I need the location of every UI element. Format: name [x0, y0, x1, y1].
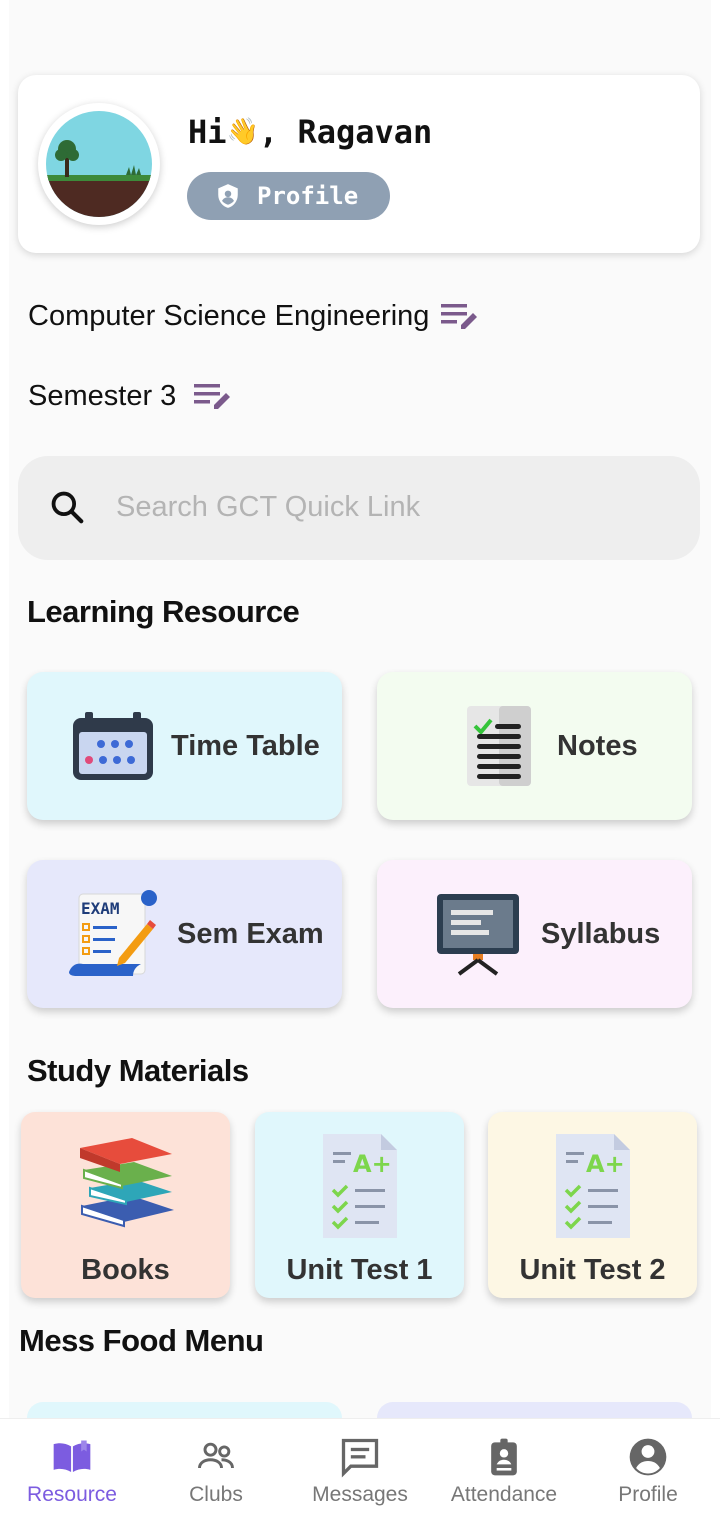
- semester-text: Semester 3: [28, 380, 177, 412]
- user-name: , Ragavan: [258, 113, 433, 151]
- notes-checklist-icon: [467, 706, 531, 786]
- exam-paper-icon: EXAM: [69, 890, 157, 976]
- badge-icon: [491, 1438, 517, 1476]
- search-icon[interactable]: [48, 488, 86, 526]
- bottom-nav: Resource Clubs Messages Attendance Profi…: [0, 1418, 720, 1521]
- nav-attendance-label: Attendance: [450, 1483, 558, 1506]
- user-header-card: Hi 👋, Ragavan Profile: [18, 75, 700, 253]
- books-label: Books: [81, 1254, 170, 1286]
- nav-resource-label: Resource: [27, 1483, 117, 1506]
- unit-test-1-label: Unit Test 1: [286, 1254, 433, 1286]
- edit-list-icon[interactable]: [192, 381, 232, 413]
- people-icon: [198, 1442, 234, 1469]
- mess-food-menu-title: Mess Food Menu: [19, 1323, 264, 1358]
- nav-messages[interactable]: Messages: [288, 1419, 432, 1521]
- time-table-tile[interactable]: Time Table: [27, 672, 342, 820]
- syllabus-label: Syllabus: [541, 917, 661, 950]
- shield-user-icon: [218, 184, 238, 208]
- profile-button-label: Profile: [257, 182, 359, 210]
- study-materials-title: Study Materials: [27, 1053, 249, 1088]
- semester-row: Semester 3: [28, 380, 232, 413]
- svg-text:EXAM: EXAM: [81, 899, 120, 918]
- edit-list-icon[interactable]: [439, 301, 479, 333]
- greeting: Hi 👋, Ragavan: [188, 113, 432, 151]
- department-row: Computer Science Engineering: [28, 300, 479, 333]
- profile-button[interactable]: Profile: [187, 172, 390, 220]
- nav-messages-label: Messages: [312, 1483, 408, 1506]
- greeting-prefix: Hi: [188, 113, 227, 151]
- sem-exam-tile[interactable]: EXAM Sem Exam: [27, 860, 342, 1008]
- unit-test-1-tile[interactable]: A+ Unit Test 1: [255, 1112, 464, 1298]
- nav-profile-label: Profile: [618, 1483, 678, 1506]
- nav-resource[interactable]: Resource: [0, 1419, 144, 1521]
- unit-test-2-tile[interactable]: A+ Unit Test 2: [488, 1112, 697, 1298]
- learning-resource-title: Learning Resource: [27, 594, 300, 629]
- waving-hand-icon: 👋: [226, 117, 259, 147]
- book-open-icon: [53, 1440, 91, 1473]
- unit-test-2-label: Unit Test 2: [519, 1254, 666, 1286]
- search-input[interactable]: [116, 484, 656, 530]
- books-tile[interactable]: Books: [21, 1112, 230, 1298]
- notes-tile[interactable]: Notes: [377, 672, 692, 820]
- nav-attendance[interactable]: Attendance: [432, 1419, 576, 1521]
- graded-test-icon: A+: [323, 1134, 397, 1238]
- svg-text:A+: A+: [353, 1150, 392, 1178]
- notes-label: Notes: [557, 729, 638, 762]
- account-icon: [629, 1438, 667, 1476]
- graded-test-icon: A+: [556, 1134, 630, 1238]
- calendar-icon: [73, 712, 153, 780]
- books-stack-icon: [80, 1138, 174, 1228]
- time-table-label: Time Table: [171, 729, 320, 762]
- avatar-landscape-icon: [46, 111, 152, 217]
- syllabus-tile[interactable]: Syllabus: [377, 860, 692, 1008]
- avatar[interactable]: [38, 103, 160, 225]
- nav-clubs[interactable]: Clubs: [144, 1419, 288, 1521]
- sem-exam-label: Sem Exam: [177, 917, 324, 950]
- message-icon: [341, 1438, 379, 1478]
- department-text: Computer Science Engineering: [28, 300, 430, 332]
- presentation-board-icon: [437, 894, 519, 976]
- search-bar: [18, 456, 700, 560]
- nav-clubs-label: Clubs: [189, 1483, 243, 1506]
- svg-text:A+: A+: [586, 1150, 625, 1178]
- nav-profile[interactable]: Profile: [576, 1419, 720, 1521]
